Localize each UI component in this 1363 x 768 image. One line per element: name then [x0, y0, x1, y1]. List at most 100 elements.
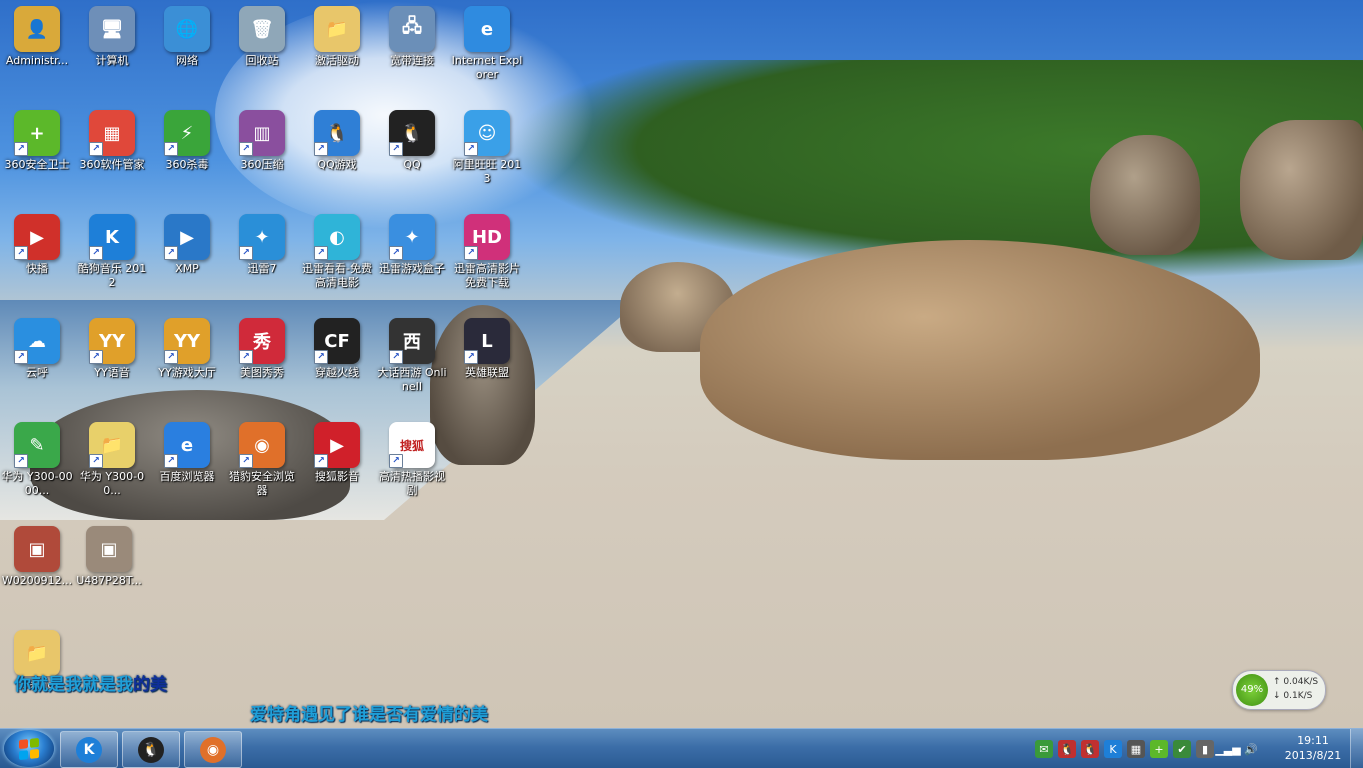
crossfire-icon: CF ↗ [314, 318, 360, 364]
desktop-icon[interactable]: ✦ ↗ 迅雷7 [225, 208, 299, 276]
taskbar-button[interactable]: K [60, 731, 118, 768]
shortcut-arrow-icon: ↗ [464, 142, 478, 156]
aliwangwang-icon: ☺ ↗ [464, 110, 510, 156]
desktop-icon[interactable]: YY ↗ YY游戏大厅 [150, 312, 224, 380]
shortcut-arrow-icon: ↗ [314, 246, 328, 260]
huawei-folder-icon: 📁 ↗ [89, 422, 135, 468]
desktop-icon[interactable]: 🌐 网络 [150, 0, 224, 68]
desktop-icon-label: 360安全卫士 [4, 158, 70, 171]
desktop-icon[interactable]: K ↗ 酷狗音乐 2012 [75, 208, 149, 290]
desktop-icon-label: 酷狗音乐 2012 [77, 262, 147, 289]
desktop-icon[interactable]: CF ↗ 穿越火线 [300, 312, 374, 380]
clock[interactable]: 19:11 2013/8/21 [1280, 733, 1346, 763]
desktop-icon[interactable]: e ↗ 百度浏览器 [150, 416, 224, 484]
desktop-icon-label: 阿里旺旺 2013 [452, 158, 522, 185]
network-monitor-widget[interactable]: 49% ↑ 0.04K/S ↓ 0.1K/S [1232, 670, 1326, 710]
shortcut-arrow-icon: ↗ [314, 350, 328, 364]
desktop-icon[interactable]: ▥ ↗ 360压缩 [225, 104, 299, 172]
qq-penguin-icon: 🐧 ↗ [389, 110, 435, 156]
desktop-icon[interactable]: 👤 Administr... [0, 0, 74, 68]
lyrics-sung: 你就是我就是我 [14, 675, 133, 695]
desktop-icon[interactable]: 🐧 ↗ QQ [375, 104, 449, 172]
desktop-icon-label: 360杀毒 [165, 158, 209, 171]
desktop-icon[interactable]: ▦ ↗ 360软件管家 [75, 104, 149, 172]
shortcut-arrow-icon: ↗ [464, 350, 478, 364]
desktop-icon-label: 百度浏览器 [159, 470, 215, 483]
desktop-icon[interactable]: ◉ ↗ 猎豹安全浏览器 [225, 416, 299, 498]
shortcut-arrow-icon: ↗ [14, 350, 28, 364]
show-desktop-button[interactable] [1350, 729, 1363, 768]
lol-icon: L ↗ [464, 318, 510, 364]
qq-tray-icon[interactable]: 🐧 [1058, 740, 1076, 758]
desktop-icon[interactable]: + ↗ 360安全卫士 [0, 104, 74, 172]
desktop-icon[interactable]: 🖥 计算机 [75, 0, 149, 68]
desktop-icon[interactable]: ⚡ ↗ 360杀毒 [150, 104, 224, 172]
yy-gamehall-icon: YY ↗ [164, 318, 210, 364]
desktop-icon[interactable]: 🗑 回收站 [225, 0, 299, 68]
desktop-icon[interactable]: ☺ ↗ 阿里旺旺 2013 [450, 104, 524, 186]
shortcut-arrow-icon: ↗ [389, 142, 403, 156]
shortcut-arrow-icon: ↗ [239, 142, 253, 156]
desktop-icon-label: 网络 [176, 54, 198, 67]
shortcut-arrow-icon: ↗ [239, 454, 253, 468]
desktop-icon[interactable]: e Internet Explorer [450, 0, 524, 82]
meitu-icon: 秀 ↗ [239, 318, 285, 364]
desktop-icon-label: QQ游戏 [317, 158, 357, 171]
desktop-icon[interactable]: ✦ ↗ 迅雷游戏盒子 [375, 208, 449, 276]
shortcut-arrow-icon: ↗ [389, 246, 403, 260]
monitor-tray-icon[interactable]: ▦ [1127, 740, 1145, 758]
desktop-icon-label: 迅雷7 [247, 262, 277, 275]
desktop-icon-label: W0200912... [1, 574, 73, 587]
desktop-icon[interactable]: ▶ ↗ 快播 [0, 208, 74, 276]
desktop-icon[interactable]: ✎ ↗ 华为 Y300-0000... [0, 416, 74, 498]
usb-tray-icon[interactable]: ▮ [1196, 740, 1214, 758]
wallpaper-rock [1090, 135, 1200, 255]
huawei-phone-icon: ✎ ↗ [14, 422, 60, 468]
360-soft-icon: ▦ ↗ [89, 110, 135, 156]
sohu-video-icon: 搜狐 ↗ [389, 422, 435, 468]
desktop-icon[interactable]: ▣ U487P28T... [72, 520, 146, 588]
yy-voice-icon: YY ↗ [89, 318, 135, 364]
broadband-icon: 🖧 [389, 6, 435, 52]
shield-tray-icon[interactable]: ✔ [1173, 740, 1191, 758]
desktop-icon-label: 迅雷看看-免费高清电影 [302, 262, 372, 289]
360-zip-icon: ▥ ↗ [239, 110, 285, 156]
qvod-icon: ▶ ↗ [14, 214, 60, 260]
windows-logo-icon [19, 737, 39, 760]
qq-tray-icon[interactable]: 🐧 [1081, 740, 1099, 758]
desktop-icon-label: 搜狐影音 [315, 470, 359, 483]
signal-tray-icon[interactable]: ▁▃▅ [1215, 740, 1240, 758]
desktop-icon-label: 回收站 [245, 54, 279, 67]
desktop-icon[interactable]: 西 ↗ 大话西游 OnlineII [375, 312, 449, 394]
desktop-icon-label: 快播 [26, 262, 48, 275]
taskbar: K 🐧 ◉ ✉ 🐧 🐧 K ▦ + ✔ ▮ ▁▃▅ 🔊 19:11 2013/8/21 [0, 728, 1363, 768]
desktop-icon[interactable]: 秀 ↗ 美图秀秀 [225, 312, 299, 380]
volume-tray-icon[interactable]: 🔊 [1242, 740, 1260, 758]
desktop-icon[interactable]: L ↗ 英雄联盟 [450, 312, 524, 380]
desktop-icon[interactable]: 🖧 宽带连接 [375, 0, 449, 68]
kugou-tray-icon[interactable]: K [1104, 740, 1122, 758]
desktop-icon[interactable]: HD ↗ 迅雷高清影片免费下载 [450, 208, 524, 290]
desktop-icon[interactable]: ▶ ↗ 搜狐影音 [300, 416, 374, 484]
shortcut-arrow-icon: ↗ [239, 246, 253, 260]
desktop-icon[interactable]: 📁 激活驱动 [300, 0, 374, 68]
shortcut-arrow-icon: ↗ [239, 350, 253, 364]
desktop-icon[interactable]: 搜狐 ↗ 高清热播影视剧 [375, 416, 449, 498]
taskbar-button[interactable]: 🐧 [122, 731, 180, 768]
desktop-icon[interactable]: 🐧 ↗ QQ游戏 [300, 104, 374, 172]
desktop-icon[interactable]: 📁 ↗ 华为 Y300-00... [75, 416, 149, 498]
desktop[interactable]: 👤 Administr... 🖥 计算机 🌐 网络 🗑 回收站 📁 激活驱动 🖧 宽带连接 e Inter… [0, 0, 1363, 728]
desktop-icon-label: U487P28T... [76, 574, 142, 587]
desktop-icon[interactable]: YY ↗ YY语音 [75, 312, 149, 380]
desktop-lyrics-line2: 爱特角遇见了谁是否有爱情的美 [250, 705, 488, 725]
network-tray-icon[interactable]: ✉ [1035, 740, 1053, 758]
360-tray-icon[interactable]: + [1150, 740, 1168, 758]
desktop-icon[interactable]: ▶ ↗ XMP [150, 208, 224, 276]
desktop-icon[interactable]: ▣ W0200912... [0, 520, 74, 588]
taskbar-button[interactable]: ◉ [184, 731, 242, 768]
desktop-icon[interactable]: ☁ ↗ 云呼 [0, 312, 74, 380]
shortcut-arrow-icon: ↗ [314, 142, 328, 156]
desktop-icon[interactable]: ◐ ↗ 迅雷看看-免费高清电影 [300, 208, 374, 290]
shortcut-arrow-icon: ↗ [389, 350, 403, 364]
start-button[interactable] [4, 730, 54, 767]
